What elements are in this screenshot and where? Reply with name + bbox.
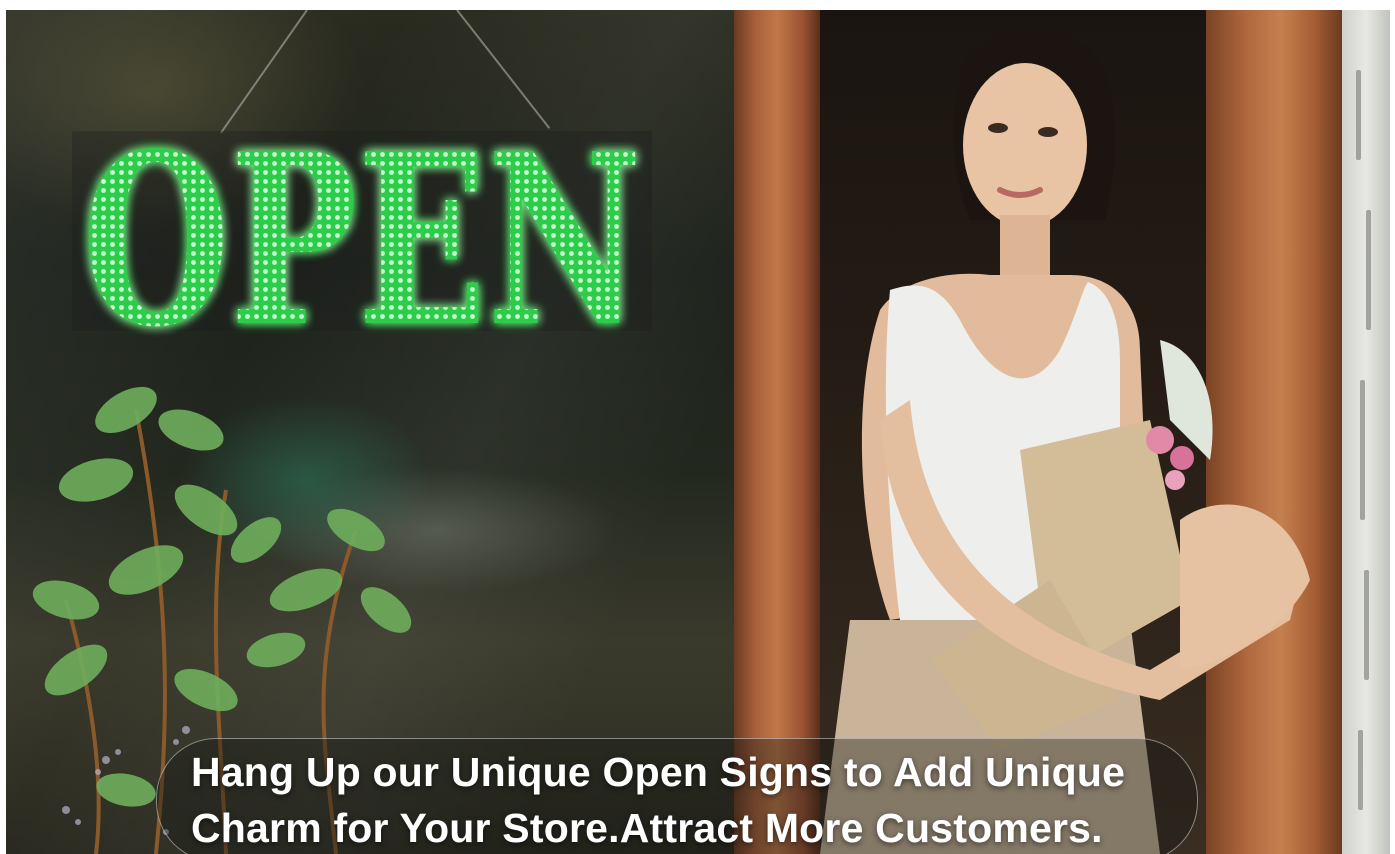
glass-decal <box>1346 50 1386 830</box>
led-open-sign: OPEN <box>72 101 652 379</box>
promo-caption: Hang Up our Unique Open Signs to Add Uni… <box>156 738 1198 854</box>
woman-figure <box>820 20 1320 854</box>
caption-line-2: Charm for Your Store.Attract More Custom… <box>191 805 1103 851</box>
caption-line-1: Hang Up our Unique Open Signs to Add Uni… <box>191 749 1126 795</box>
sign-text: OPEN <box>82 123 642 343</box>
product-photo: OPEN Hang Up our Unique Open Signs to Ad… <box>6 10 1390 854</box>
door-frame-left <box>734 10 820 854</box>
